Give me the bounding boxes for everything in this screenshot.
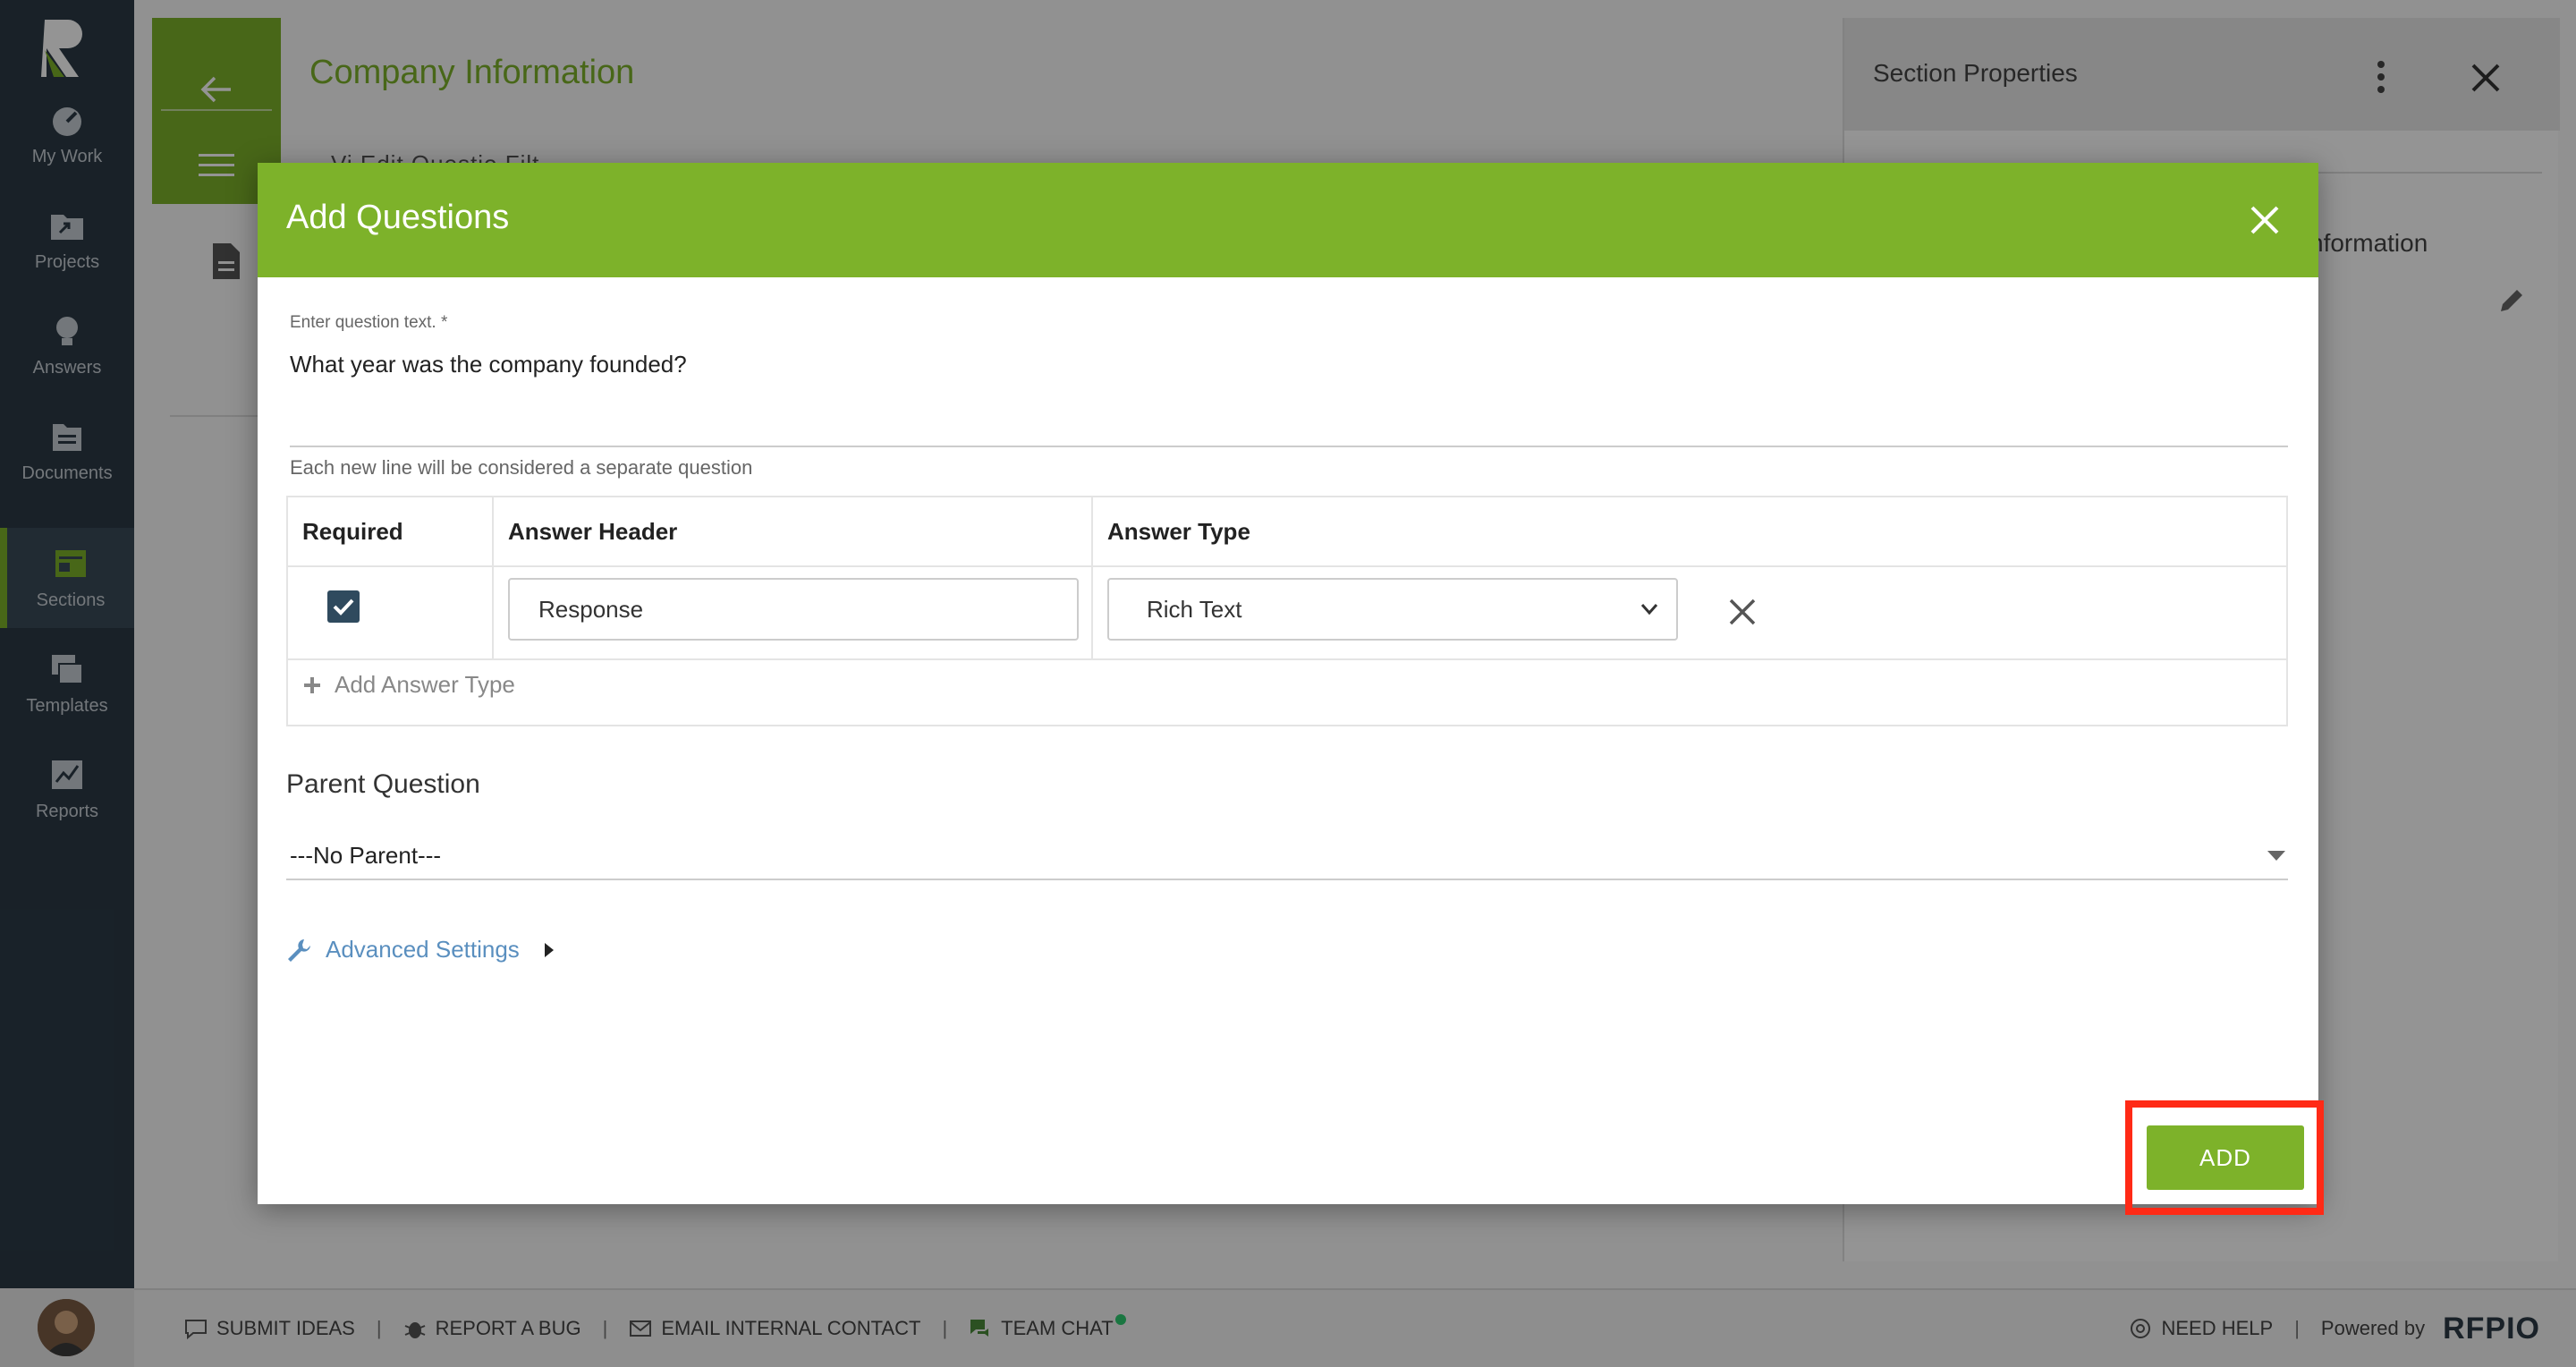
wrench-icon (288, 938, 310, 962)
column-header-answer-header: Answer Header (508, 517, 678, 545)
checkmark-icon (333, 599, 354, 616)
answer-type-select[interactable]: Rich Text (1107, 578, 1678, 641)
modal-header: Add Questions (258, 163, 2318, 277)
question-hint: Each new line will be considered a separ… (290, 456, 753, 479)
modal-title: Add Questions (286, 199, 510, 236)
add-answer-type-button[interactable]: Add Answer Type (302, 671, 515, 699)
chevron-down-icon (1640, 604, 1658, 616)
parent-question-value: ---No Parent--- (290, 841, 442, 869)
answer-header-input[interactable]: Response (508, 578, 1079, 641)
close-icon[interactable] (2249, 204, 2281, 236)
caret-down-icon (2267, 851, 2285, 861)
parent-question-label: Parent Question (286, 769, 480, 799)
caret-right-icon (544, 942, 554, 957)
column-header-required: Required (302, 517, 403, 545)
highlight-box (2125, 1100, 2324, 1215)
question-text-label: Enter question text. * (290, 313, 448, 332)
add-questions-modal: Add Questions Enter question text. * Wha… (258, 163, 2318, 1204)
parent-question-select[interactable]: ---No Parent--- (286, 832, 2288, 880)
column-header-answer-type: Answer Type (1107, 517, 1250, 545)
question-text-input[interactable]: What year was the company founded? (290, 351, 687, 378)
advanced-settings-toggle[interactable]: Advanced Settings (286, 936, 555, 964)
question-input-underline (290, 446, 2288, 447)
remove-answer-type-icon[interactable] (1728, 598, 1757, 626)
answer-types-table: Required Answer Header Answer Type Respo… (286, 496, 2288, 726)
required-checkbox[interactable] (327, 590, 360, 623)
plus-icon (304, 676, 320, 693)
answer-type-value: Rich Text (1147, 595, 1242, 623)
